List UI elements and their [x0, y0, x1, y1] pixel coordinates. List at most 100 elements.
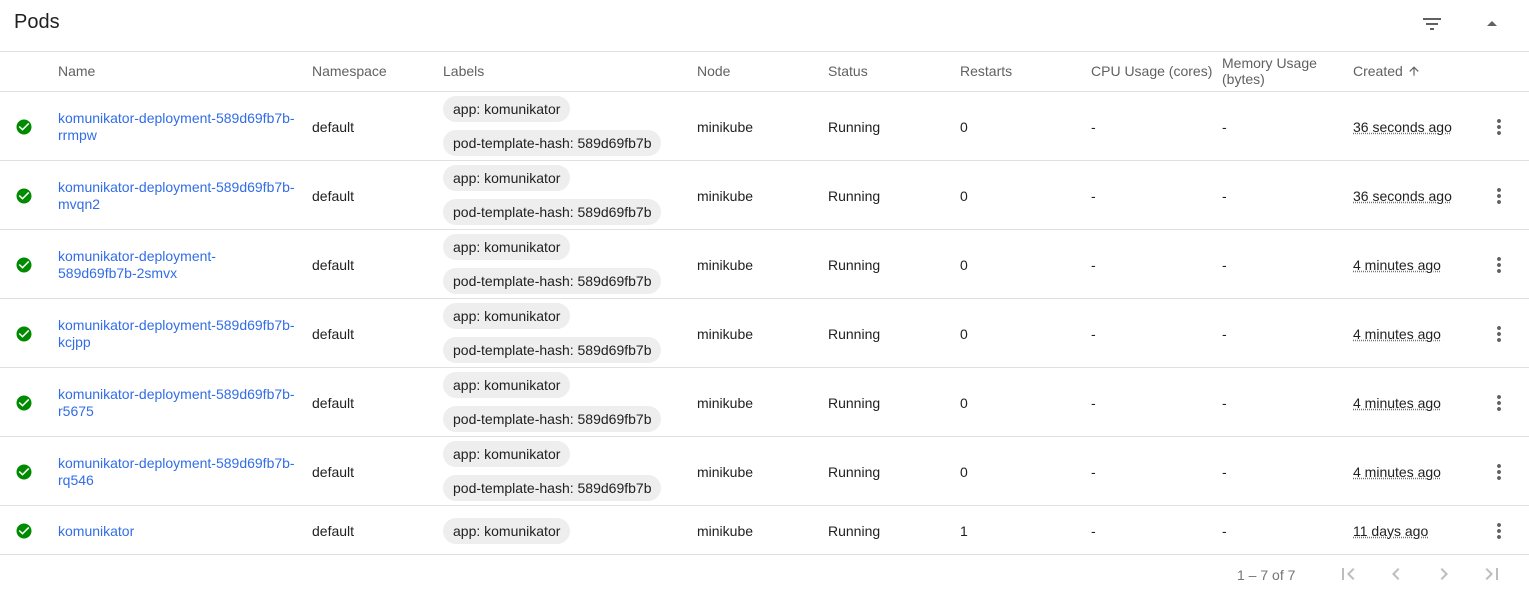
column-header-namespace[interactable]: Namespace [312, 63, 387, 79]
namespace-cell: default [312, 256, 355, 273]
arrow-drop-up-icon [1487, 21, 1497, 26]
memory-cell: - [1222, 463, 1227, 480]
table-row: komunikator-deployment-589d69fb7b-r5675 d… [0, 368, 1529, 437]
table-row: komunikator default minikube Running 1 - - 11 d… [0, 506, 1529, 555]
table-header: Name Namespace Labels Node Status Restar… [0, 52, 1529, 92]
namespace-cell: default [312, 463, 355, 480]
row-actions-button[interactable] [1487, 460, 1511, 484]
last-page-button[interactable] [1480, 562, 1504, 586]
status-cell: Running [828, 394, 881, 411]
previous-page-button[interactable] [1384, 562, 1408, 586]
label-chip: app: komunikator [443, 96, 571, 122]
column-header-created[interactable]: Created [1353, 63, 1421, 79]
pod-name-link[interactable]: komunikator [58, 523, 308, 540]
card-header: Pods [0, 0, 1529, 52]
label-chip: pod-template-hash: 589d69fb7b [443, 406, 662, 432]
pod-name-link[interactable]: komunikator-deployment-589d69fb7b-rq546 [58, 455, 308, 489]
last-page-icon [1485, 568, 1498, 580]
status-cell: Running [828, 118, 881, 135]
card-title: Pods [14, 11, 60, 33]
more-vert-icon [1497, 325, 1501, 342]
namespace-cell: default [312, 187, 355, 204]
check-circle-icon [16, 188, 32, 203]
first-page-button[interactable] [1336, 562, 1360, 586]
label-chip: pod-template-hash: 589d69fb7b [443, 268, 662, 294]
more-vert-icon [1497, 256, 1501, 273]
table-row: komunikator-deployment-589d69fb7b-rq546 d… [0, 437, 1529, 506]
node-cell: minikube [697, 522, 754, 539]
table-row: komunikator-deployment-589d69fb7b-kcjpp d… [0, 299, 1529, 368]
column-header-name[interactable]: Name [58, 63, 95, 79]
cpu-cell: - [1091, 463, 1096, 480]
column-header-labels: Labels [443, 63, 485, 79]
pod-name-link[interactable]: komunikator-deployment-589d69fb7b-rrmpw [58, 110, 308, 144]
check-circle-icon [16, 395, 32, 410]
row-actions-button[interactable] [1487, 519, 1511, 543]
label-chip: app: komunikator [443, 303, 571, 329]
created-cell: 11 days ago [1353, 522, 1429, 539]
first-page-icon [1342, 568, 1355, 580]
memory-cell: - [1222, 394, 1227, 411]
status-cell: Running [828, 187, 881, 204]
column-header-restarts[interactable]: Restarts [960, 63, 1012, 79]
created-cell: 4 minutes ago [1353, 394, 1441, 411]
pod-name-link[interactable]: komunikator-deployment- 589d69fb7b-2smvx [58, 248, 308, 282]
column-header-status[interactable]: Status [828, 63, 868, 79]
namespace-cell: default [312, 118, 355, 135]
arrow-upward-icon [1409, 66, 1419, 76]
pod-name-line2: rrmpw [58, 126, 97, 143]
node-cell: minikube [697, 463, 754, 480]
check-circle-icon [16, 119, 32, 134]
row-actions-button[interactable] [1487, 253, 1511, 277]
label-chip: pod-template-hash: 589d69fb7b [443, 337, 662, 363]
table-row: komunikator-deployment- 589d69fb7b-2smvx d… [0, 230, 1529, 299]
namespace-cell: default [312, 522, 355, 539]
cpu-cell: - [1091, 187, 1096, 204]
cpu-cell: - [1091, 325, 1096, 342]
restarts-cell: 0 [960, 187, 968, 204]
created-cell: 36 seconds ago [1353, 118, 1452, 135]
pod-name-link[interactable]: komunikator-deployment-589d69fb7b-kcjpp [58, 317, 308, 351]
filter-button[interactable] [1412, 8, 1452, 40]
node-cell: minikube [697, 256, 754, 273]
check-circle-icon [16, 257, 32, 272]
memory-cell: - [1222, 187, 1227, 204]
restarts-cell: 0 [960, 394, 968, 411]
collapse-button[interactable] [1472, 8, 1512, 40]
restarts-cell: 1 [960, 522, 968, 539]
column-header-node[interactable]: Node [697, 63, 730, 79]
row-actions-button[interactable] [1487, 322, 1511, 346]
namespace-cell: default [312, 394, 355, 411]
label-chip: app: komunikator [443, 234, 571, 260]
check-circle-icon [16, 464, 32, 479]
check-circle-icon [16, 523, 32, 538]
row-actions-button[interactable] [1487, 115, 1511, 139]
cpu-cell: - [1091, 522, 1096, 539]
column-header-memory-line1: Memory Usage [1222, 55, 1317, 71]
memory-cell: - [1222, 118, 1227, 135]
next-page-button[interactable] [1432, 562, 1456, 586]
namespace-cell: default [312, 325, 355, 342]
paginator: 1 – 7 of 7 [0, 556, 1529, 592]
table-row: komunikator-deployment-589d69fb7b-mvqn2 d… [0, 161, 1529, 230]
label-chip: pod-template-hash: 589d69fb7b [443, 130, 662, 156]
status-cell: Running [828, 256, 881, 273]
pod-name-line1: komunikator-deployment-589d69fb7b- [58, 109, 295, 126]
pod-name-line1: komunikator-deployment-589d69fb7b- [58, 316, 295, 333]
restarts-cell: 0 [960, 325, 968, 342]
pod-name-line2: mvqn2 [58, 195, 101, 212]
pod-name-link[interactable]: komunikator-deployment-589d69fb7b-mvqn2 [58, 179, 308, 213]
chevron-right-icon [1440, 568, 1448, 580]
status-cell: Running [828, 325, 881, 342]
row-actions-button[interactable] [1487, 391, 1511, 415]
pod-name-line1: komunikator-deployment-589d69fb7b- [58, 178, 295, 195]
pod-name-link[interactable]: komunikator-deployment-589d69fb7b-r5675 [58, 386, 308, 420]
label-chip: app: komunikator [443, 517, 571, 544]
more-vert-icon [1497, 394, 1501, 411]
pod-name-line2: kcjpp [58, 333, 91, 350]
pod-name-line1: komunikator [58, 522, 135, 539]
more-vert-icon [1497, 522, 1501, 539]
row-actions-button[interactable] [1487, 184, 1511, 208]
column-header-cpu: CPU Usage (cores) [1091, 63, 1213, 79]
chevron-left-icon [1392, 568, 1400, 580]
